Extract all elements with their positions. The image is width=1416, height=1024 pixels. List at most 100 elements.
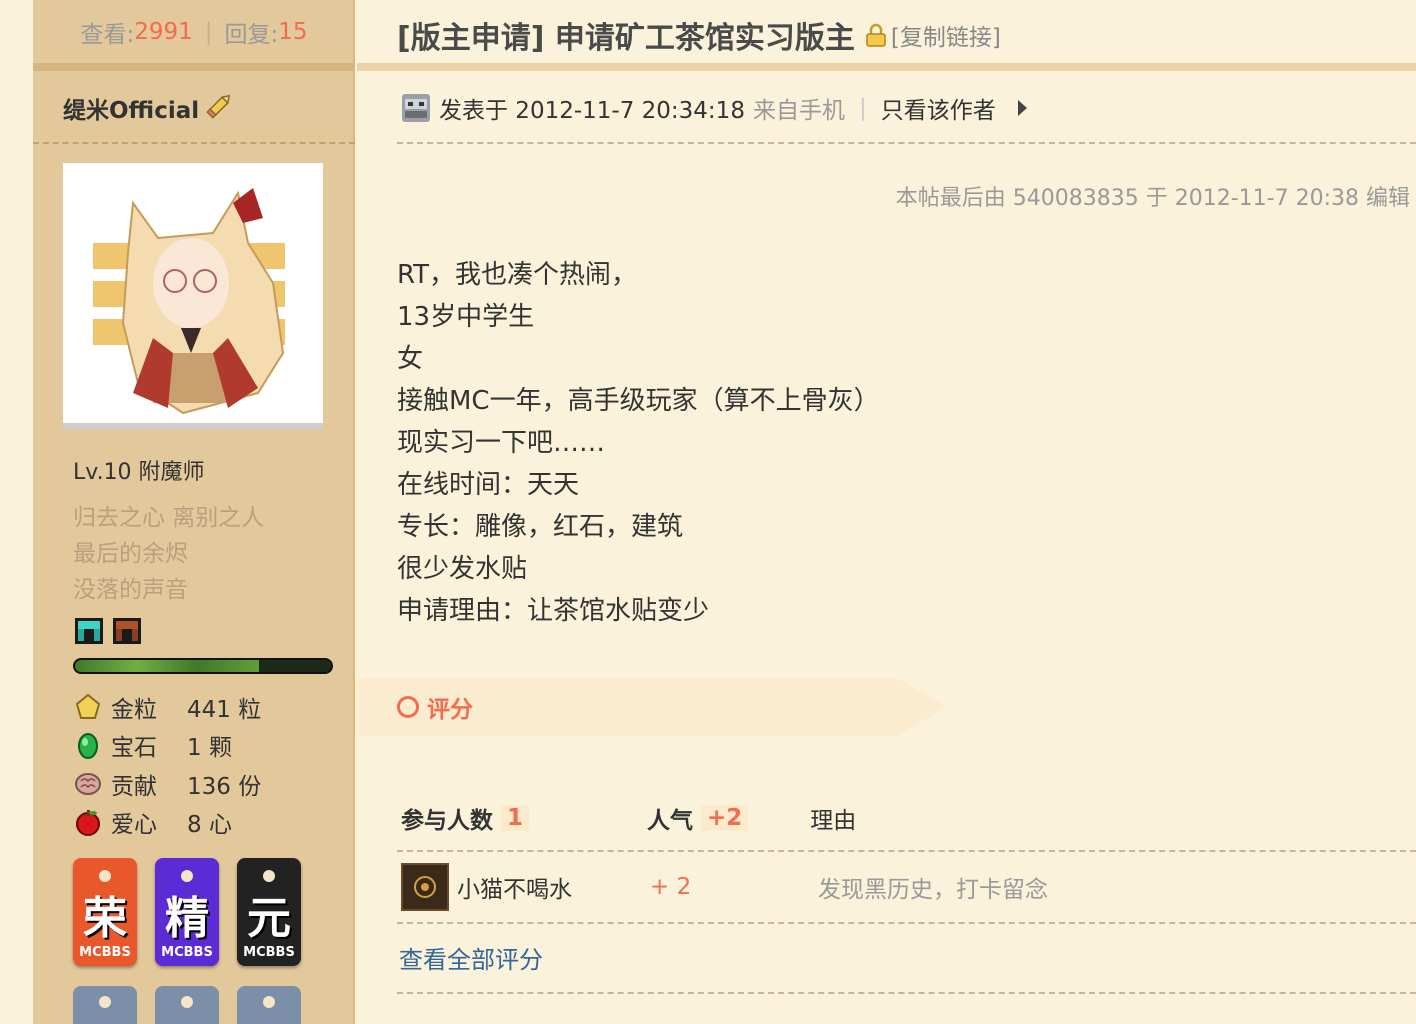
thread-title-row: [版主申请] 申请矿工茶馆实习版主 [复制链接] (397, 10, 1001, 60)
rating-title-label: 评分 (427, 697, 473, 723)
brain-icon (75, 773, 101, 795)
stats-divider: | (204, 18, 213, 45)
post-source: 来自手机 (752, 98, 845, 124)
experience-bar-fill (75, 660, 260, 672)
post-line: 专长：雕像，红石，建筑 (397, 512, 684, 542)
currency-name: 贡献 (111, 774, 157, 800)
rating-divider (397, 992, 1416, 994)
reason-label: 理由 (810, 808, 857, 834)
post-meta: 发表于 2012-11-7 20:34:18 来自手机 | 只看该作者 (401, 88, 1027, 128)
currency-name: 爱心 (111, 812, 157, 838)
medal-partial[interactable] (237, 986, 301, 1024)
post-meta-divider (397, 142, 1416, 144)
post-line: 很少发水贴 (397, 554, 528, 584)
views-count: 2991 (134, 18, 193, 45)
page-margin (0, 0, 33, 1024)
medal-tag: MCBBS (79, 945, 131, 960)
medal-partial[interactable] (155, 986, 219, 1024)
author-name[interactable]: 缇米Official (63, 91, 199, 125)
post-timestamp: 发表于 2012-11-7 20:34:18 (439, 98, 745, 124)
views-label: 查看: (80, 21, 135, 48)
currency-name: 金粒 (111, 697, 157, 723)
apple-icon (76, 810, 100, 836)
ring-icon (397, 696, 419, 718)
author-name-row[interactable]: 缇米Official (63, 88, 235, 128)
motto-line-2: 最后的余烬 (73, 541, 188, 567)
post-line: 申请理由：让茶馆水贴变少 (397, 596, 710, 626)
sidebar-divider (33, 63, 355, 71)
lock-icon (866, 23, 886, 47)
medal-partial[interactable] (73, 986, 137, 1024)
medal-hole (181, 870, 193, 882)
medal-hole (263, 870, 275, 882)
medal-hole (99, 870, 111, 882)
motto-line-3: 没落的声音 (73, 577, 188, 603)
rating-divider (397, 850, 1416, 852)
leather-helmet-icon (113, 618, 141, 644)
meta-divider: | (858, 95, 867, 121)
online-status-icon (402, 94, 430, 122)
rating-divider (397, 922, 1416, 924)
author-sidebar: 查看: 2991 | 回复: 15 缇米Official Lv.10 附魔师 归… (33, 0, 355, 1024)
popularity-label: 人气 (647, 808, 694, 834)
currency-name: 宝石 (111, 735, 157, 761)
post-line: 现实习一下吧…… (397, 428, 606, 458)
thread-stats: 查看: 2991 | 回复: 15 (33, 0, 355, 63)
post-line: 女 (397, 344, 424, 374)
medal-elite[interactable]: 精 MCBBS (155, 858, 219, 966)
gold-nugget-icon (75, 693, 101, 719)
post-line: 接触MC一年，高手级玩家（算不上骨灰） (397, 386, 880, 416)
medal-veteran[interactable]: 元 MCBBS (237, 858, 301, 966)
currency-value: 441 粒 (187, 697, 262, 723)
medal-list: 荣 MCBBS 精 MCBBS 元 MCBBS (73, 858, 301, 966)
page-title: [版主申请] 申请矿工茶馆实习版主 (397, 21, 855, 56)
table-row: 小猫不喝水 + 2 发现黑历史，打卡留念 (401, 862, 1048, 912)
helmet-icons (73, 616, 143, 646)
rater-reason: 发现黑历史，打卡留念 (818, 877, 1048, 903)
currency-gold: 金粒 441 粒 (73, 690, 261, 724)
rating-title: 评分 (397, 690, 473, 724)
medal-hole (181, 996, 193, 1008)
medal-list-row-2 (73, 986, 301, 1024)
rater-avatar[interactable] (401, 863, 449, 911)
pencil-icon (205, 90, 235, 126)
post-line: RT，我也凑个热闹， (397, 260, 638, 290)
post-content: RT，我也凑个热闹， 13岁中学生 女 接触MC一年，高手级玩家（算不上骨灰） … (397, 255, 880, 633)
replies-label: 回复: (224, 21, 279, 48)
currency-value: 8 心 (187, 812, 232, 838)
edit-note: 本帖最后由 540083835 于 2012-11-7 20:38 编辑 (895, 186, 1410, 211)
replies-count: 15 (278, 18, 308, 45)
avatar[interactable] (63, 163, 323, 423)
only-author-link[interactable]: 只看该作者 (881, 91, 996, 125)
post-line: 13岁中学生 (397, 302, 535, 332)
avatar-frame-bottom (63, 423, 323, 429)
medal-honor[interactable]: 荣 MCBBS (73, 858, 137, 966)
medal-char: 荣 (83, 893, 127, 944)
currency-value: 136 份 (187, 774, 262, 800)
copy-link-button[interactable]: [复制链接] (865, 18, 1001, 52)
play-arrow-icon[interactable] (1017, 100, 1027, 116)
medal-tag: MCBBS (243, 945, 295, 960)
emerald-icon (78, 733, 98, 759)
post-line: 在线时间：天天 (397, 470, 580, 500)
copy-link-label[interactable]: [复制链接] (891, 18, 1001, 52)
diamond-helmet-icon (75, 618, 103, 644)
experience-bar (73, 658, 333, 674)
participants-count: 1 (501, 805, 530, 831)
medal-hole (263, 996, 275, 1008)
view-all-ratings-link[interactable]: 查看全部评分 (399, 940, 543, 975)
motto-line-1: 归去之心 离别之人 (73, 505, 265, 531)
medal-char: 元 (247, 893, 291, 944)
medal-char: 精 (165, 893, 209, 944)
currency-contribution: 贡献 136 份 (73, 767, 261, 801)
popularity-value: +2 (701, 805, 749, 831)
medal-hole (99, 996, 111, 1008)
user-level[interactable]: Lv.10 附魔师 (73, 454, 205, 486)
rater-name[interactable]: 小猫不喝水 (457, 870, 650, 904)
rater-score: + 2 (650, 874, 692, 900)
currency-gem: 宝石 1 颗 (73, 728, 232, 762)
participants-label: 参与人数 (401, 808, 493, 834)
sidebar-dashed-divider (33, 142, 355, 144)
medal-tag: MCBBS (161, 945, 213, 960)
currency-value: 1 颗 (187, 735, 232, 761)
